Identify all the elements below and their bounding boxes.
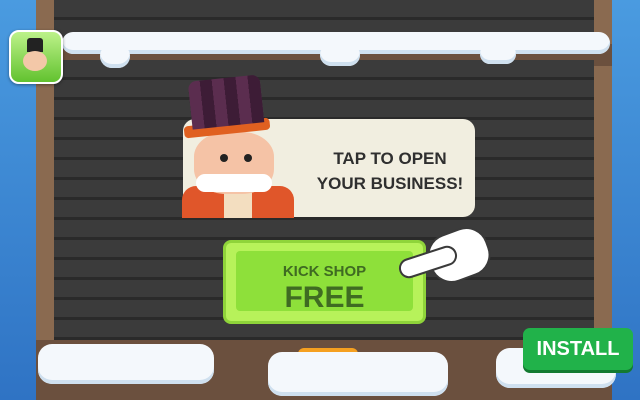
mr-monopoly-character — [176, 74, 306, 218]
kick-shop-free-button[interactable]: KICK SHOP FREE — [223, 240, 426, 324]
bottom-snow-left — [38, 344, 214, 384]
character-mustache — [196, 174, 272, 192]
app-icon-hat — [27, 38, 43, 52]
button-line-2: FREE — [284, 281, 365, 314]
snow-drip — [320, 44, 360, 66]
speech-bubble-text: TAP TO OPEN YOUR BUSINESS! — [316, 149, 464, 193]
character-eye — [244, 154, 252, 162]
snow-drip — [100, 44, 130, 68]
install-button[interactable]: INSTALL — [523, 328, 633, 370]
app-icon-face — [23, 51, 47, 71]
app-icon[interactable] — [9, 30, 63, 84]
character-eye — [220, 154, 228, 162]
bottom-snow-middle — [268, 352, 448, 396]
character-top-hat — [187, 74, 265, 130]
snow-drip — [480, 44, 516, 64]
button-line-1: KICK SHOP — [282, 263, 367, 280]
pointing-hand-icon — [396, 220, 497, 290]
